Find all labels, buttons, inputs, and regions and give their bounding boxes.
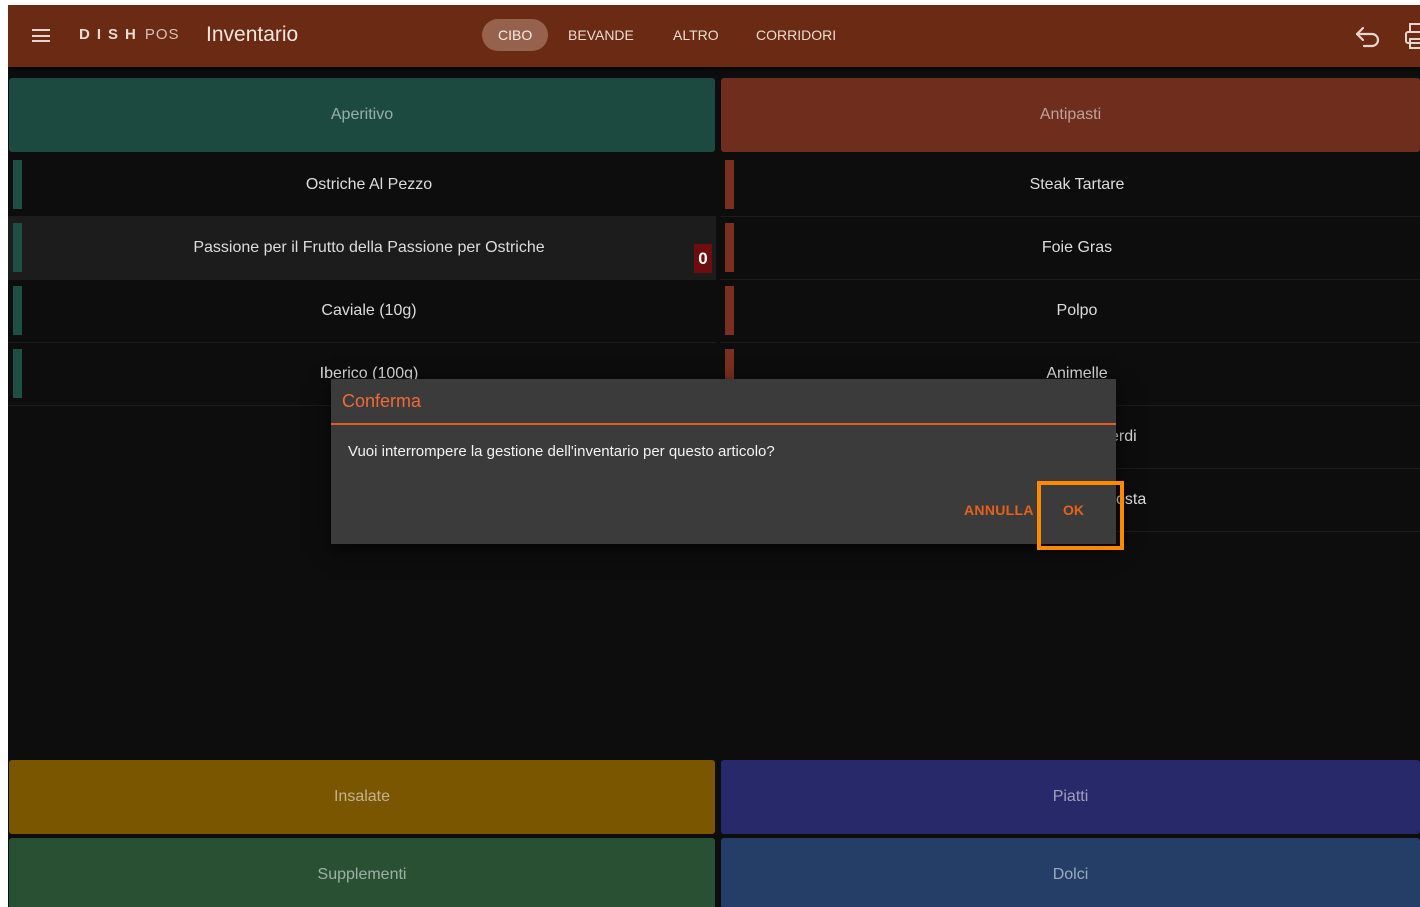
dialog-message: Vuoi interrompere la gestione dell'inven… bbox=[348, 443, 775, 460]
category-insalate[interactable]: Insalate bbox=[9, 760, 715, 834]
tab-bevande[interactable]: BEVANDE bbox=[568, 19, 634, 51]
item-label-partial: osta bbox=[1116, 491, 1147, 508]
brand-logo: DISH POS bbox=[79, 25, 180, 45]
list-item[interactable]: Foie Gras bbox=[720, 217, 1420, 280]
category-color-bar bbox=[725, 160, 734, 209]
dialog-divider bbox=[331, 423, 1116, 425]
item-label: Foie Gras bbox=[1041, 239, 1113, 256]
category-piatti[interactable]: Piatti bbox=[721, 760, 1420, 834]
list-item-selected[interactable]: Passione per il Frutto della Passione pe… bbox=[8, 217, 716, 280]
list-item[interactable]: Polpo bbox=[720, 280, 1420, 343]
item-label-partial: erdi bbox=[1110, 428, 1137, 445]
category-color-bar bbox=[13, 160, 22, 209]
category-color-bar bbox=[13, 349, 22, 398]
item-label: Ostriche Al Pezzo bbox=[305, 176, 433, 193]
print-icon[interactable] bbox=[1404, 21, 1420, 51]
cancel-button[interactable]: ANNULLA bbox=[964, 502, 1034, 518]
item-label: Passione per il Frutto della Passione pe… bbox=[193, 239, 545, 256]
dialog-title: Conferma bbox=[342, 391, 422, 411]
item-label: Steak Tartare bbox=[1029, 176, 1125, 193]
top-app-bar: DISH POS Inventario CIBO BEVANDE ALTRO CO… bbox=[8, 5, 1420, 67]
list-item[interactable]: Ostriche Al Pezzo bbox=[8, 154, 716, 217]
list-item[interactable]: Steak Tartare bbox=[720, 154, 1420, 217]
category-color-bar bbox=[725, 223, 734, 272]
category-supplementi[interactable]: Supplementi bbox=[9, 838, 715, 907]
category-color-bar bbox=[725, 286, 734, 335]
page-title: Inventario bbox=[206, 23, 299, 46]
stock-count-badge: 0 bbox=[694, 244, 712, 273]
item-label: Caviale (10g) bbox=[321, 302, 417, 319]
category-color-bar bbox=[13, 286, 22, 335]
inventory-screen: DISH POS Inventario CIBO BEVANDE ALTRO CO… bbox=[8, 5, 1420, 907]
tab-corridori[interactable]: CORRIDORI bbox=[756, 19, 836, 51]
category-dolci[interactable]: Dolci bbox=[721, 838, 1420, 907]
confirm-dialog: Conferma Vuoi interrompere la gestione d… bbox=[331, 379, 1116, 544]
category-antipasti[interactable]: Antipasti bbox=[721, 78, 1420, 152]
category-aperitivo[interactable]: Aperitivo bbox=[9, 78, 715, 152]
brand-light: POS bbox=[144, 26, 180, 43]
list-item[interactable]: Caviale (10g) bbox=[8, 280, 716, 343]
item-label: Polpo bbox=[1056, 302, 1098, 319]
tab-altro[interactable]: ALTRO bbox=[673, 19, 719, 51]
tab-cibo[interactable]: CIBO bbox=[482, 19, 549, 51]
category-color-bar bbox=[13, 223, 22, 272]
brand-strong: DISH bbox=[79, 26, 143, 43]
undo-icon[interactable] bbox=[1354, 23, 1382, 49]
menu-icon[interactable] bbox=[32, 29, 50, 42]
ok-button[interactable]: OK bbox=[1063, 502, 1084, 518]
